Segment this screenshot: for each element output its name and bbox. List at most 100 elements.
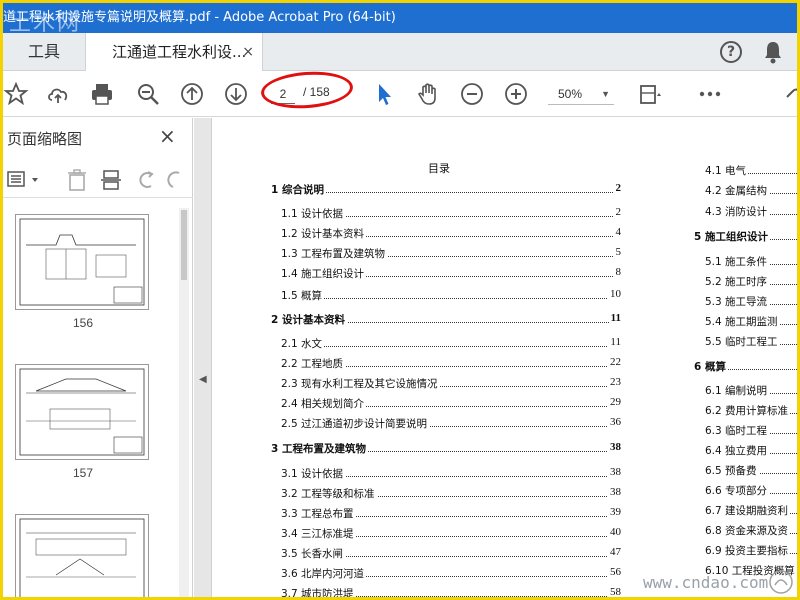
toc-entry[interactable]: 3.1 设计依据 38: [281, 466, 621, 481]
toc-entry[interactable]: 3.5 长香水闸 47: [281, 546, 621, 561]
panel-toolbar: [3, 162, 193, 198]
toc-entry[interactable]: 4.3 消防设计: [705, 204, 797, 218]
print-icon[interactable]: [89, 81, 115, 107]
toc-entry[interactable]: 6.4 独立费用: [705, 443, 797, 457]
toc-entry[interactable]: 3.2 工程等级和标准 38: [281, 486, 621, 501]
close-tab-icon[interactable]: ×: [242, 33, 254, 71]
zoom-level-select[interactable]: 50% ▼: [548, 83, 614, 105]
toc-entry[interactable]: 3.6 北岸内河河道 56: [281, 566, 621, 581]
toc-entry[interactable]: 2.4 相关规划简介 29: [281, 396, 621, 411]
toc-entry[interactable]: 1.5 概算 10: [281, 288, 621, 303]
toc-entry[interactable]: 6 概算: [694, 359, 797, 373]
zoom-out-icon[interactable]: [459, 81, 485, 107]
toc-entry-label: 3.7 城市防洪堤: [281, 586, 356, 600]
link-icon[interactable]: [783, 81, 797, 107]
toc-entry-page: 11: [608, 336, 621, 348]
page-thumbnail[interactable]: [15, 214, 149, 310]
toc-entry-label: 6.5 预备费: [705, 463, 759, 477]
zoom-in-icon[interactable]: [503, 81, 529, 107]
rotate-right-icon[interactable]: [163, 168, 187, 192]
tab-tools[interactable]: 工具: [3, 33, 85, 71]
toc-entry[interactable]: 2.3 现有水利工程及其它设施情况 23: [281, 376, 621, 391]
toc-entry-label: 2.1 水文: [281, 336, 325, 351]
cloud-upload-icon[interactable]: [45, 81, 71, 107]
toc-entry[interactable]: 4.1 电气: [705, 163, 797, 177]
toc-entry-label: 1.4 施工组织设计: [281, 266, 367, 281]
help-icon[interactable]: ?: [720, 41, 742, 63]
toc-entry[interactable]: 5.1 施工条件: [705, 254, 797, 268]
toc-entry[interactable]: 2.2 工程地质 22: [281, 356, 621, 371]
toc-entry[interactable]: 3.7 城市防洪堤 58: [281, 586, 621, 600]
thumbnail-scrollbar[interactable]: [179, 208, 189, 597]
star-icon[interactable]: [3, 81, 29, 107]
insert-page-icon[interactable]: [99, 168, 123, 192]
close-panel-icon[interactable]: ×: [159, 124, 176, 148]
page-fit-icon[interactable]: [637, 81, 663, 107]
chevron-down-icon: ▼: [601, 89, 610, 99]
toc-entry-label: 6.9 投资主要指标: [705, 543, 791, 557]
toc-entry[interactable]: 1.4 施工组织设计 8: [281, 266, 621, 281]
zoom-out-magnifier-icon[interactable]: [135, 81, 161, 107]
toc-entry-page: 10: [608, 288, 621, 300]
toc-entry[interactable]: 5.2 施工时序: [705, 274, 797, 288]
toc-entry[interactable]: 6.2 费用计算标准: [705, 403, 797, 417]
toc-entry[interactable]: 5.3 施工导流: [705, 294, 797, 308]
toc-entry-page: 11: [608, 312, 621, 324]
toc-entry[interactable]: 6.9 投资主要指标: [705, 543, 797, 557]
page-thumbnail[interactable]: [15, 364, 149, 460]
document-view: 目录 1 综合说明 2 1.1 设计依据 2 1.2 设计基本资料 4 1.3 工程布置及建…: [213, 118, 797, 600]
toc-entry-label: 2.2 工程地质: [281, 356, 346, 371]
toc-entry-page: 22: [608, 356, 621, 368]
tab-bar: 工具 江通道工程水利设... × ?: [3, 33, 797, 71]
hand-tool-icon[interactable]: [415, 81, 441, 107]
toc-entry[interactable]: 6.5 预备费: [705, 463, 797, 477]
toc-entry-label: 3.2 工程等级和标准: [281, 486, 377, 501]
panel-collapse-strip[interactable]: ◀: [194, 118, 212, 597]
select-cursor-icon[interactable]: [371, 81, 397, 107]
toc-entry[interactable]: 6.8 资金来源及资: [705, 523, 797, 537]
toc-entry-page: 40: [608, 526, 621, 538]
toc-entry[interactable]: 5.5 临时工程工: [705, 334, 797, 348]
toc-entry-page: 47: [608, 546, 621, 558]
toc-entry[interactable]: 2.1 水文 11: [281, 336, 621, 351]
toc-entry-label: 3.1 设计依据: [281, 466, 346, 481]
title-bar: 道工程水利设施专篇说明及概算.pdf - Adobe Acrobat Pro (…: [3, 3, 797, 33]
toc-entry[interactable]: 1.2 设计基本资料 4: [281, 226, 621, 241]
toc-entry-label: 6 概算: [694, 359, 728, 373]
toc-entry[interactable]: 4.2 金属结构: [705, 183, 797, 197]
toc-entry[interactable]: 2.5 过江通道初步设计简要说明 36: [281, 416, 621, 431]
delete-page-icon[interactable]: [65, 168, 89, 192]
toc-entry-label: 1.2 设计基本资料: [281, 226, 367, 241]
panel-title: 页面缩略图: [7, 130, 83, 148]
toc-entry[interactable]: 2 设计基本资料 11: [271, 312, 621, 327]
more-options-icon[interactable]: [697, 81, 723, 107]
page-thumbnail[interactable]: [15, 514, 149, 597]
toc-entry-label: 5.5 临时工程工: [705, 334, 780, 348]
toc-entry[interactable]: 6.3 临时工程: [705, 423, 797, 437]
toc-entry[interactable]: 6.6 专项部分: [705, 483, 797, 497]
rotate-left-icon[interactable]: [133, 168, 157, 192]
toc-entry[interactable]: 3.3 工程总布置 39: [281, 506, 621, 521]
main-toolbar: / 158 50% ▼: [3, 71, 797, 117]
tab-document[interactable]: 江通道工程水利设... ×: [85, 33, 263, 71]
collapse-arrow-icon: ◀: [199, 374, 207, 385]
toc-entry[interactable]: 6.7 建设期融资利: [705, 503, 797, 517]
toc-entry-page: 36: [608, 416, 621, 428]
toc-entry[interactable]: 5 施工组织设计: [694, 229, 797, 243]
scrollbar-thumb[interactable]: [181, 210, 187, 280]
toc-title: 目录: [428, 162, 450, 175]
notification-bell-icon[interactable]: [763, 40, 783, 64]
toc-entry-label: 1 综合说明: [271, 182, 326, 197]
toc-entry[interactable]: 1.3 工程布置及建筑物 5: [281, 246, 621, 261]
toc-entry[interactable]: 1.1 设计依据 2: [281, 206, 621, 221]
thumbnail-options-icon[interactable]: [7, 168, 38, 192]
next-page-icon[interactable]: [223, 81, 249, 107]
toc-entry[interactable]: 1 综合说明 2: [271, 182, 621, 197]
toc-entry[interactable]: 6.1 编制说明: [705, 383, 797, 397]
page-thumbnails-panel: 页面缩略图 × 156 157: [3, 118, 193, 597]
previous-page-icon[interactable]: [179, 81, 205, 107]
toc-entry[interactable]: 3 工程布置及建筑物 38: [271, 441, 621, 456]
thumbnail-label: 156: [72, 316, 94, 330]
toc-entry[interactable]: 3.4 三江标准堤 40: [281, 526, 621, 541]
toc-entry[interactable]: 5.4 施工期监测: [705, 314, 797, 328]
